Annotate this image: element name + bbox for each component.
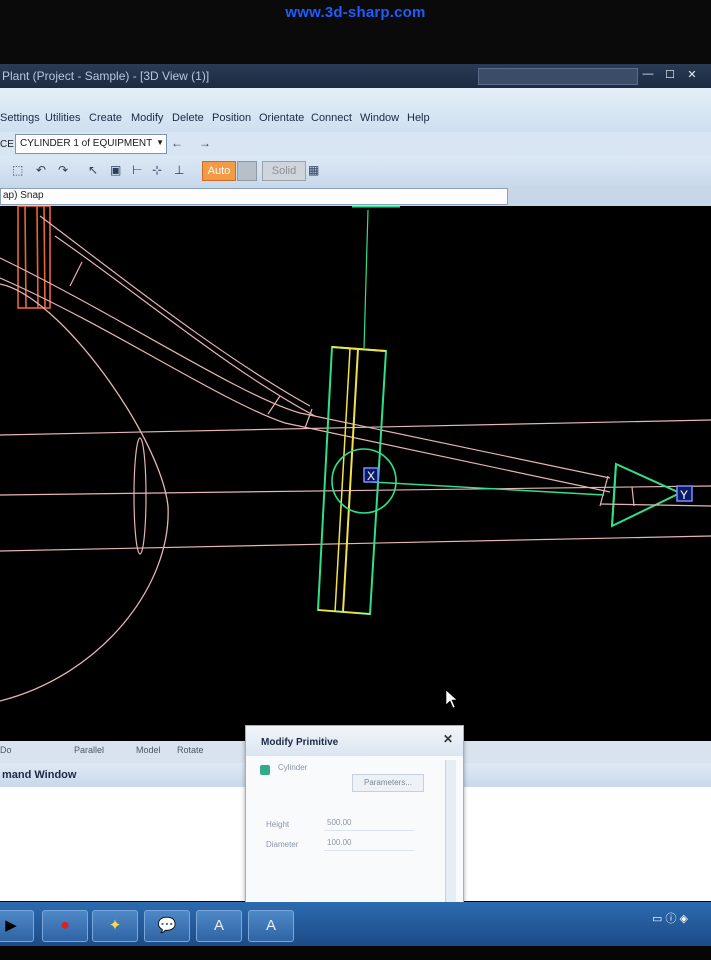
mouse-cursor-icon: [445, 689, 458, 709]
3d-viewport[interactable]: X Y: [0, 206, 711, 741]
axis-y-label: Y: [680, 488, 688, 502]
redo-icon[interactable]: ↷: [58, 163, 68, 177]
close-icon[interactable]: ✕: [443, 732, 453, 746]
axis-x-label: X: [367, 469, 375, 483]
cone-primitive[interactable]: [599, 462, 711, 528]
app-icon[interactable]: ✦: [92, 910, 138, 942]
height-field[interactable]: 500.00: [324, 816, 414, 831]
current-element-value: CYLINDER 1 of EQUIPMENT: [20, 138, 153, 149]
taskbar: ▶ ⏺ ✦ 💬 A A ▭ ⓘ ◈: [0, 902, 711, 946]
height-value: 500.00: [327, 818, 352, 827]
selected-cylinder[interactable]: [316, 206, 605, 616]
maximize-icon[interactable]: ☐: [662, 68, 678, 82]
menu-create[interactable]: Create: [89, 112, 122, 124]
forward-arrow-icon[interactable]: →: [199, 136, 211, 150]
diameter-value: 100.00: [327, 838, 352, 847]
close-icon[interactable]: ✕: [684, 68, 700, 82]
start-icon[interactable]: ▶: [0, 910, 34, 942]
parameters-button[interactable]: Parameters...: [352, 774, 424, 792]
snap-text: ap) Snap: [3, 190, 44, 201]
dialog-titlebar[interactable]: Modify Primitive ✕: [246, 726, 463, 756]
horizontal-pipe[interactable]: [0, 419, 711, 555]
viewport-canvas[interactable]: X Y: [0, 206, 711, 741]
clip-icon[interactable]: ⊥: [174, 163, 184, 177]
diameter-label: Diameter: [266, 840, 299, 849]
chat-icon[interactable]: 💬: [144, 910, 190, 942]
cube-icon[interactable]: ▦: [308, 163, 319, 177]
menu-window[interactable]: Window: [360, 112, 399, 124]
monitor-bezel-bottom: [0, 946, 711, 960]
element-toolbar: CE CYLINDER 1 of EQUIPMENT ▼ ← →: [0, 132, 711, 156]
menubar: Settings Utilities Create Modify Delete …: [0, 88, 711, 132]
window-titlebar: Plant (Project - Sample) - [3D View (1)]…: [0, 64, 711, 88]
command-window-label: mand Window: [2, 769, 77, 781]
tools-toolbar: ⬚ ↶ ↷ ↖ ▣ ⊢ ⊹ ⊥ Auto Solid ▦: [0, 156, 711, 186]
snap-bar: ap) Snap: [0, 186, 711, 206]
measure-icon[interactable]: ⊢: [132, 163, 142, 177]
dialog-title: Modify Primitive: [261, 737, 339, 748]
menu-delete[interactable]: Delete: [172, 112, 204, 124]
auto-button[interactable]: Auto: [202, 161, 236, 181]
pointer-icon[interactable]: ↖: [88, 163, 98, 177]
tab-parallel[interactable]: Parallel: [74, 745, 104, 755]
menu-orientate[interactable]: Orientate: [259, 112, 304, 124]
window-title: Plant (Project - Sample) - [3D View (1)]: [2, 69, 210, 83]
menu-connect[interactable]: Connect: [311, 112, 352, 124]
solid-button[interactable]: Solid: [262, 161, 306, 181]
undo-icon[interactable]: ↶: [36, 163, 46, 177]
ce-label: CE: [0, 139, 14, 150]
branch-pipe[interactable]: [0, 215, 611, 507]
axis-handle-x[interactable]: X: [363, 467, 379, 483]
tray-icons[interactable]: ▭ ⓘ ◈: [652, 910, 688, 926]
axis-handle-y[interactable]: Y: [676, 485, 693, 502]
snap-field[interactable]: ap) Snap: [0, 188, 508, 205]
tab-do[interactable]: Do: [0, 745, 12, 755]
snap-icon[interactable]: ⊹: [152, 163, 162, 177]
menu-help[interactable]: Help: [407, 112, 430, 124]
dialog-scrollbar[interactable]: [445, 760, 456, 906]
modify-primitive-dialog: Modify Primitive ✕ Cylinder Parameters..…: [245, 725, 464, 913]
tab-model[interactable]: Model: [136, 745, 161, 755]
save-icon[interactable]: ▣: [110, 163, 121, 177]
diameter-field[interactable]: 100.00: [324, 836, 414, 851]
menu-position[interactable]: Position: [212, 112, 251, 124]
primitive-type-label: Cylinder: [278, 763, 308, 772]
height-label: Height: [266, 820, 290, 829]
color-button[interactable]: [237, 161, 257, 181]
titlebar-field[interactable]: [478, 68, 638, 85]
menu-settings[interactable]: Settings: [0, 112, 40, 124]
vessel-outline[interactable]: [0, 283, 169, 702]
watermark-text: www.3d-sharp.com: [285, 4, 426, 21]
chevron-down-icon: ▼: [156, 138, 164, 147]
cylinder-icon: [260, 765, 270, 775]
select-box-icon[interactable]: ⬚: [12, 163, 23, 177]
tab-rotate[interactable]: Rotate: [177, 745, 204, 755]
acrobat-icon[interactable]: ⏺: [42, 910, 88, 942]
autocad-icon[interactable]: A: [196, 910, 242, 942]
autocad-icon-2[interactable]: A: [248, 910, 294, 942]
back-arrow-icon[interactable]: ←: [171, 136, 183, 150]
current-element-select[interactable]: CYLINDER 1 of EQUIPMENT ▼: [15, 134, 167, 154]
menu-utilities[interactable]: Utilities: [45, 112, 80, 124]
menu-modify[interactable]: Modify: [131, 112, 163, 124]
minimize-icon[interactable]: —: [640, 68, 656, 82]
